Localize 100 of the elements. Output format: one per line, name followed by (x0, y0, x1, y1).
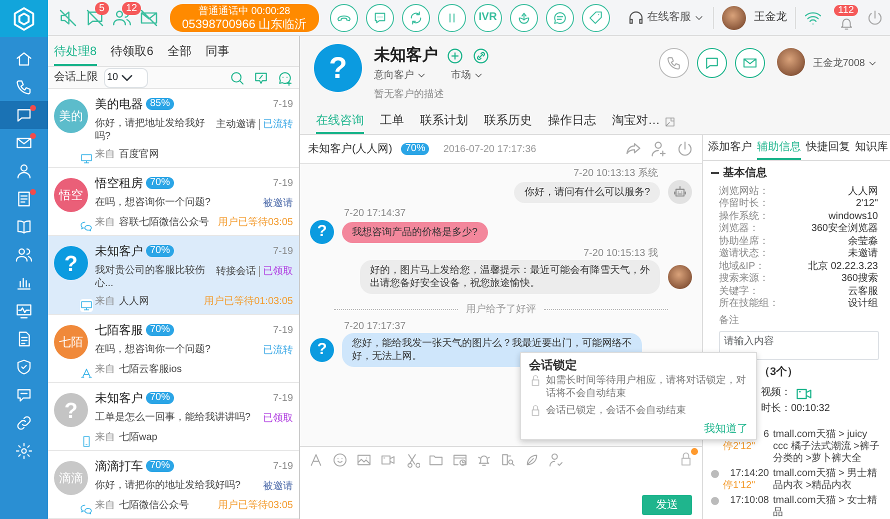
avatar: 美的 (54, 99, 88, 133)
chat-dots-button[interactable] (366, 4, 394, 32)
headset-icon (627, 8, 646, 27)
info-value: windows10 (828, 210, 878, 222)
settings-icon (15, 442, 33, 460)
tab[interactable]: 操作日志 (548, 108, 596, 134)
info-label: 浏览器： (719, 223, 759, 236)
phone-icon (666, 55, 682, 72)
contact-name: 滴滴打车 (95, 458, 143, 475)
chat-add-icon[interactable] (277, 70, 293, 86)
add-user-icon[interactable] (650, 140, 668, 158)
call-timer: 00:00:28 (251, 6, 290, 17)
info-label: 地域&IP： (719, 260, 766, 272)
phone-button[interactable] (658, 48, 689, 78)
source-name: 人人网 (119, 295, 149, 309)
message-time: 7-20 10:15:13 我 (582, 247, 659, 260)
search-icon[interactable] (229, 70, 245, 86)
hexagon-logo-icon (11, 6, 37, 32)
source-name: 百度官网 (119, 148, 159, 162)
mail-off-icon[interactable] (139, 8, 159, 28)
queue-tab[interactable]: 同事 (205, 36, 230, 66)
font-icon[interactable] (308, 452, 324, 468)
hangup-button[interactable] (330, 4, 358, 32)
tab[interactable]: 联系计划 (420, 108, 468, 134)
bell-icon[interactable] (838, 16, 854, 31)
monitor-icon (80, 299, 93, 312)
book-search-icon[interactable] (500, 452, 516, 468)
pause-button[interactable] (438, 4, 466, 32)
info-label: 浏览网站： (719, 186, 769, 198)
popout-icon[interactable] (664, 116, 676, 128)
message-button[interactable] (546, 4, 574, 32)
status-label: 已领取 (263, 412, 293, 426)
info-label: 停留时长： (719, 198, 769, 210)
people-icon (15, 246, 33, 264)
date: 7-19 (272, 176, 293, 190)
popover-text: 如需长时间等待用户相应，请将对话锁定，对话将不会自动结束 (546, 374, 747, 400)
message-bubble: 好的，图片马上发给您，温馨提示：最近可能会有降雪天气，外出请您备好安全设备，祝您旅途愉快。 (360, 260, 660, 294)
agent-dropdown[interactable]: 王金龙7008 (812, 56, 878, 72)
tab[interactable]: 添加客户 (708, 136, 752, 160)
field-dropdown[interactable]: 市场 (451, 68, 484, 84)
date: 7-19 (272, 324, 293, 338)
avatar: 七陌 (54, 325, 88, 359)
info-label: 搜索来源： (719, 273, 769, 286)
field-dropdown[interactable]: 意向客户 (374, 68, 427, 84)
message-bubble: 我想咨询产品的价格是多少? (342, 222, 488, 243)
queue-tab[interactable]: 全部 (167, 36, 192, 66)
power-button[interactable] (866, 8, 884, 27)
user-name: 王金龙 (754, 10, 788, 26)
message-preview: 我对贵公司的客服比较伤心... (95, 264, 206, 290)
count-badge: 5 (95, 2, 109, 15)
smile-icon[interactable] (332, 452, 348, 468)
tab[interactable]: 联系历史 (484, 108, 532, 134)
info-value: 云客服 (848, 286, 878, 298)
avatar-photo (722, 6, 746, 30)
avatar: 悟空 (54, 178, 88, 212)
customer-name: 未知客户 (374, 45, 438, 66)
power-icon[interactable] (676, 140, 694, 158)
monitor-icon (80, 152, 93, 165)
source-label: 来自 (95, 294, 115, 309)
avatar: ? (54, 393, 88, 427)
tab[interactable]: 知识库 (855, 136, 888, 160)
visit-path: tmall.com天猫 > 女士精品 (773, 495, 878, 519)
status-label: 已流转 (263, 344, 293, 358)
user-check-icon[interactable] (548, 452, 564, 468)
limit-select[interactable]: 10 (104, 68, 148, 88)
info-value: 北京 02.22.3.23 (808, 260, 878, 272)
list-icon (15, 190, 33, 208)
status-label: 已领取 (263, 265, 293, 279)
score-badge: 70% (146, 245, 174, 257)
wait-time: 用户已等待03:05 (218, 498, 293, 513)
status-label: 被邀请 (263, 196, 293, 211)
info-label: 所在技能组： (719, 298, 779, 310)
queue-tab[interactable]: 待领取6 (110, 36, 154, 66)
phone-icon (15, 78, 33, 96)
refresh-button[interactable] (402, 4, 430, 32)
remark-field[interactable]: 请输入内容 (719, 331, 879, 360)
stay-duration: 停1'12" (723, 480, 756, 492)
chat-button[interactable] (696, 48, 727, 78)
service-status-dropdown[interactable]: 在线客服 (627, 8, 706, 27)
book-icon (15, 218, 33, 236)
status-label: 被邀请 (263, 480, 293, 494)
customer-avatar: ? (314, 44, 362, 92)
contact-name: 美的电器 (95, 96, 143, 113)
message-time: 7-20 10:13:13 系统 (572, 167, 659, 180)
tag-button[interactable] (582, 4, 610, 32)
conversation-item[interactable]: ? 未知客户 70% 7-19 我对贵公司的客服比较伤心... 转接会话 已领取 来自 人人网 用户已等待01:03:05 (48, 236, 299, 315)
nav-item[interactable] (0, 101, 48, 129)
muted-speaker-icon[interactable] (58, 8, 78, 28)
chat-title: 未知客户(人人网) (308, 142, 392, 157)
popover-text: 会话已锁定，会话不会自动结束 (546, 404, 686, 418)
mail-button[interactable] (734, 48, 765, 78)
collapse-icon[interactable] (711, 172, 719, 174)
tab[interactable]: 工单 (380, 108, 404, 134)
caller-number: 05398700966 山东临沂 (182, 18, 307, 31)
open-lock-icon (529, 374, 542, 388)
tab[interactable]: 淘宝对… (612, 108, 660, 134)
tab[interactable]: 快捷回复 (806, 136, 850, 160)
message-preview: 在吗，想咨询你一个问题? (95, 343, 211, 356)
date: 7-19 (272, 460, 293, 474)
source-label: 来自 (95, 362, 115, 377)
